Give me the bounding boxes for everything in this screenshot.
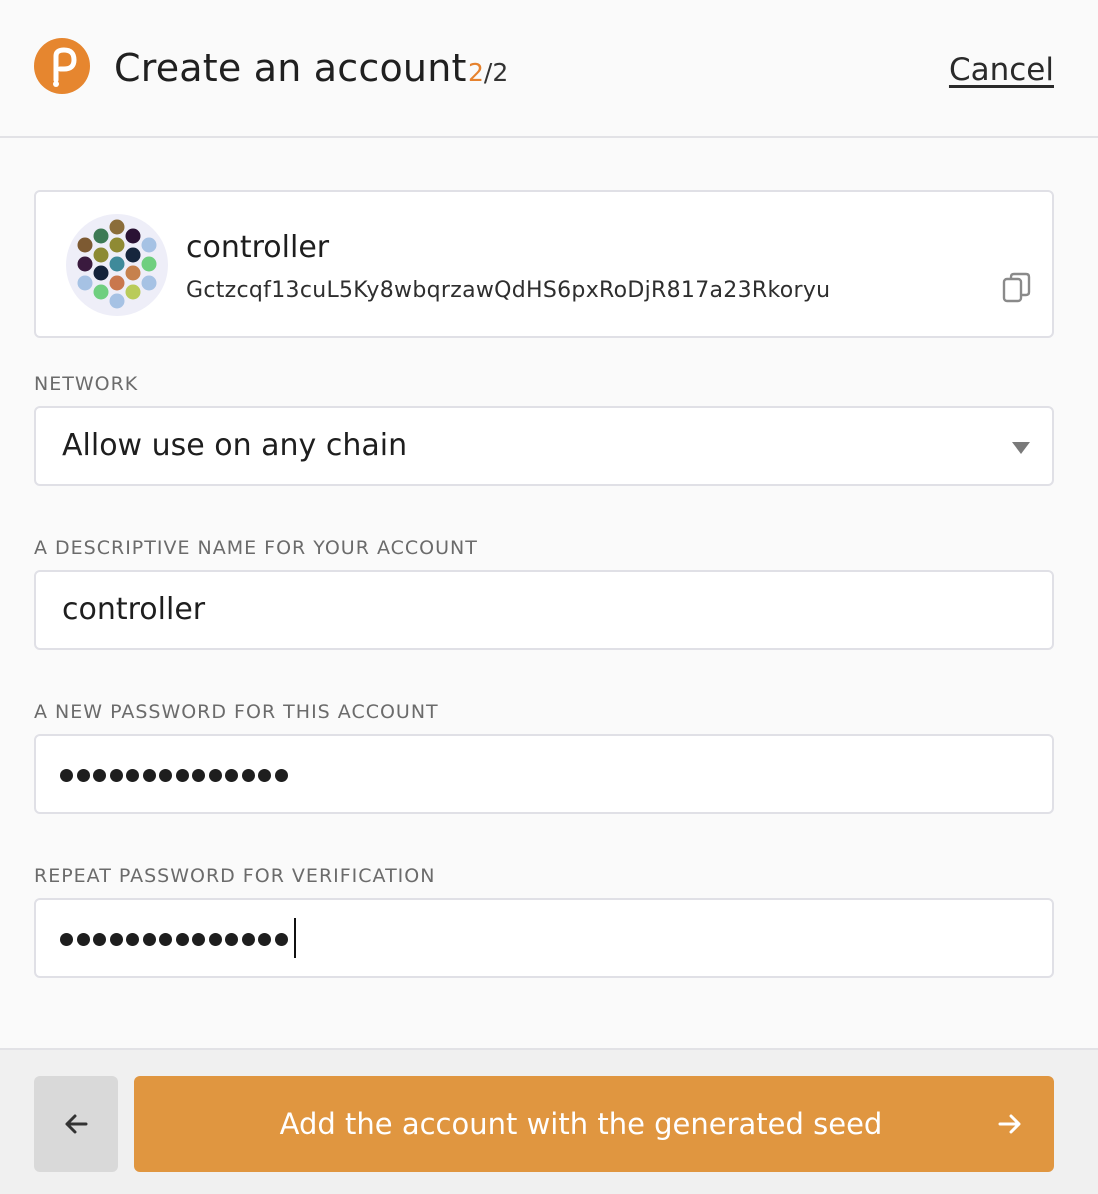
cancel-link[interactable]: Cancel <box>949 50 1054 90</box>
network-select[interactable]: Allow use on any chain <box>34 406 1054 486</box>
add-account-button-label: Add the account with the generated seed <box>279 1107 883 1141</box>
add-account-button[interactable]: Add the account with the generated seed <box>134 1076 1054 1172</box>
step-total: /2 <box>483 58 509 87</box>
password-label: A NEW PASSWORD FOR THIS ACCOUNT <box>34 701 439 723</box>
network-label: NETWORK <box>34 373 139 395</box>
password-input[interactable] <box>34 734 1054 814</box>
arrow-right-icon <box>998 1114 1021 1134</box>
text-caret <box>294 918 296 958</box>
arrow-left-icon <box>65 1114 88 1134</box>
repeat-password-mask <box>60 928 291 950</box>
account-name: controller <box>186 230 330 265</box>
password-mask <box>60 764 291 786</box>
page-title: Create an account <box>114 46 467 90</box>
step-indicator: 2/2 <box>468 58 508 88</box>
account-card: controller Gctzcqf13cuL5Ky8wbqrzawQdHS6p… <box>34 190 1054 338</box>
account-address: Gctzcqf13cuL5Ky8wbqrzawQdHS6pxRoDjR817a2… <box>186 278 831 303</box>
chevron-down-icon <box>1012 442 1030 454</box>
repeat-password-input[interactable] <box>34 898 1054 978</box>
step-current: 2 <box>468 58 484 87</box>
back-button[interactable] <box>34 1076 118 1172</box>
account-name-input[interactable]: controller <box>34 570 1054 650</box>
network-selected-value: Allow use on any chain <box>62 428 408 463</box>
repeat-password-label: REPEAT PASSWORD FOR VERIFICATION <box>34 865 436 887</box>
header: Create an account 2/2 Cancel <box>0 0 1098 138</box>
copy-icon[interactable] <box>1002 272 1032 304</box>
account-name-label: A DESCRIPTIVE NAME FOR YOUR ACCOUNT <box>34 537 478 559</box>
identicon <box>66 214 168 316</box>
footer: Add the account with the generated seed <box>0 1048 1098 1194</box>
polkadot-logo-icon <box>34 38 90 94</box>
account-name-input-value: controller <box>62 592 206 627</box>
